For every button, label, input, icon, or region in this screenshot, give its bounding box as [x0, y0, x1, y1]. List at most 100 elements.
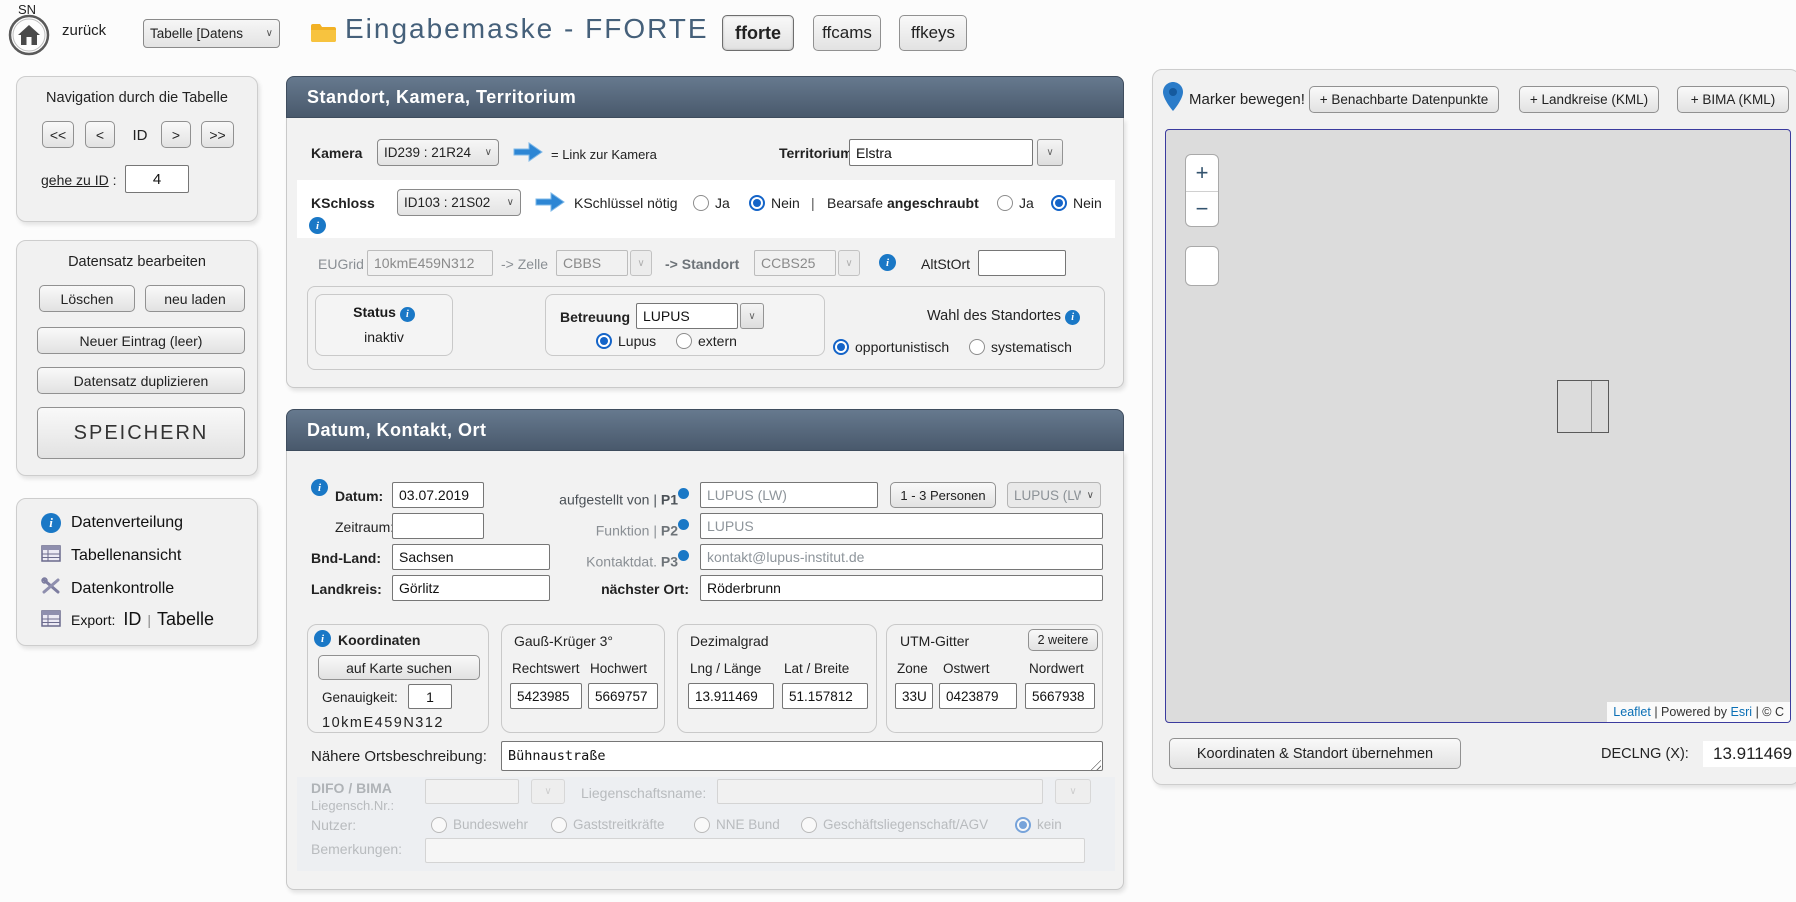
app-tab-ffkeys[interactable]: ffkeys — [899, 15, 967, 51]
zelle-input — [556, 250, 628, 276]
nutzer-nne-bund-label: NNE Bund — [716, 817, 780, 832]
kschluessel-nein-radio[interactable] — [749, 195, 765, 211]
back-link[interactable]: zurück — [62, 22, 106, 39]
export-id-link[interactable]: ID — [123, 609, 141, 630]
personen-button[interactable]: 1 - 3 Personen — [890, 482, 996, 508]
app-tab-ffcams[interactable]: ffcams — [813, 15, 881, 51]
info-icon: i — [41, 513, 61, 533]
standort-info-icon[interactable]: i — [879, 254, 896, 271]
difo-label: DIFO / BIMA — [311, 780, 392, 796]
karte-suchen-button[interactable]: auf Karte suchen — [318, 655, 480, 680]
app-tab-fforte[interactable]: fforte — [722, 15, 794, 51]
hochwert-input[interactable] — [588, 683, 658, 709]
utm-title: UTM-Gitter — [900, 633, 969, 649]
kschloss-link-arrow-icon[interactable] — [534, 191, 566, 213]
more-coords-button[interactable]: 2 weitere — [1028, 629, 1098, 651]
ort-input[interactable] — [700, 575, 1103, 601]
nav-first-button[interactable]: << — [42, 121, 74, 148]
lng-input[interactable] — [688, 683, 774, 709]
utm-box: UTM-Gitter 2 weitere Zone Ostwert Nordwe… — [886, 624, 1103, 733]
landkreise-kml-button[interactable]: + Landkreise (KML) — [1519, 86, 1659, 113]
nav-prev-button[interactable]: < — [85, 121, 115, 148]
edit-box: Datensatz bearbeiten Löschen neu laden N… — [16, 240, 258, 476]
save-button[interactable]: SPEICHERN — [37, 407, 245, 459]
kschluessel-nein-label: Nein — [771, 195, 800, 211]
duplicate-button[interactable]: Datensatz duplizieren — [37, 367, 245, 394]
betreuung-lupus-radio[interactable] — [596, 333, 612, 349]
betreuung-label: Betreuung — [560, 309, 630, 325]
p2-input[interactable] — [700, 513, 1103, 539]
bima-kml-button[interactable]: + BIMA (KML) — [1677, 86, 1789, 113]
betreuung-extern-radio[interactable] — [676, 333, 692, 349]
esri-link[interactable]: Esri — [1731, 705, 1753, 719]
goto-id-input[interactable] — [125, 165, 189, 193]
bearsafe-nein-radio[interactable] — [1051, 195, 1067, 211]
territorium-input[interactable] — [849, 139, 1033, 166]
nav-last-button[interactable]: >> — [201, 121, 234, 148]
home-icon[interactable] — [8, 14, 50, 56]
nutzer-nne-bund-radio — [694, 817, 710, 833]
navigation-box: Navigation durch die Tabelle << < ID > >… — [16, 76, 258, 222]
lat-input[interactable] — [782, 683, 868, 709]
export-table-link[interactable]: Tabelle — [157, 609, 214, 630]
dezimalgrad-box: Dezimalgrad Lng / Länge Lat / Breite — [677, 624, 877, 733]
p1-input[interactable] — [700, 482, 878, 508]
territorium-dropdown-button[interactable]: ∨ — [1037, 139, 1063, 166]
p1-select: LUPUS (LW ∨ — [1007, 482, 1101, 508]
eugrid-label: EUGrid — [318, 256, 364, 272]
betreuung-input[interactable] — [636, 303, 738, 329]
p1-select-value: LUPUS (LW — [1014, 488, 1081, 503]
kamera-select[interactable]: ID239 : 21R24 ∨ — [377, 139, 499, 166]
delete-button[interactable]: Löschen — [39, 285, 135, 312]
koordinaten-info-icon[interactable]: i — [314, 630, 331, 647]
kschluessel-ja-radio[interactable] — [693, 195, 709, 211]
nav-next-button[interactable]: > — [161, 121, 191, 148]
p3-input[interactable] — [700, 544, 1103, 570]
ortsbeschreibung-textarea[interactable]: Bühnaustraße — [501, 741, 1103, 771]
genauigkeit-input[interactable] — [408, 684, 452, 709]
territorium-label: Territorium — [779, 145, 853, 161]
altstort-input[interactable] — [978, 250, 1066, 276]
reload-button[interactable]: neu laden — [145, 285, 245, 312]
chevron-down-icon: ∨ — [485, 147, 492, 158]
map-extra-control[interactable] — [1185, 246, 1219, 286]
wahl-opportunistisch-radio[interactable] — [833, 339, 849, 355]
sidebar-item-datenverteilung[interactable]: i Datenverteilung — [41, 513, 183, 533]
leaflet-link[interactable]: Leaflet — [1613, 705, 1651, 719]
navigation-title: Navigation durch die Tabelle — [17, 90, 257, 106]
bearsafe-ja-label: Ja — [1019, 195, 1034, 211]
sidebar-item-datenkontrolle[interactable]: Datenkontrolle — [41, 577, 174, 600]
apply-coordinates-button[interactable]: Koordinaten & Standort übernehmen — [1169, 738, 1461, 769]
wahl-info-icon[interactable]: i — [1065, 310, 1080, 325]
ostwert-input[interactable] — [939, 683, 1017, 709]
zone-input[interactable] — [895, 683, 933, 709]
datum-info-icon[interactable]: i — [311, 479, 328, 496]
camera-link-arrow-icon[interactable] — [512, 141, 544, 163]
p1-info-icon[interactable] — [678, 488, 689, 499]
kschloss-select[interactable]: ID103 : 21S02 ∨ — [397, 189, 521, 216]
kschloss-info-icon[interactable]: i — [309, 217, 326, 234]
goto-id-link[interactable]: gehe zu ID — [41, 172, 109, 188]
wahl-systematisch-radio[interactable] — [969, 339, 985, 355]
sidebar-item-tabellenansicht[interactable]: Tabellenansicht — [41, 545, 181, 567]
datenpunkte-button[interactable]: + Benachbarte Datenpunkte — [1309, 86, 1499, 113]
map-canvas[interactable]: + − Leaflet | Powered by Esri | © C — [1165, 129, 1791, 723]
rechtswert-input[interactable] — [510, 683, 582, 709]
p2-info-icon[interactable] — [678, 519, 689, 530]
nordwert-input[interactable] — [1025, 683, 1095, 709]
p3-info-icon[interactable] — [678, 550, 689, 561]
new-entry-button[interactable]: Neuer Eintrag (leer) — [37, 327, 245, 354]
zeitraum-input[interactable] — [392, 513, 484, 539]
datum-input[interactable] — [392, 482, 484, 508]
camera-link-label: = Link zur Kamera — [551, 147, 657, 162]
bearsafe-ja-radio[interactable] — [997, 195, 1013, 211]
zoom-out-button[interactable]: − — [1186, 191, 1218, 227]
liegensch-nr-dropdown-button: ∨ — [531, 779, 565, 804]
p3-label: P3 — [661, 554, 678, 570]
table-select[interactable]: Tabelle [Datens ∨ — [143, 19, 280, 48]
betreuung-dropdown-button[interactable]: ∨ — [740, 303, 764, 329]
map-zoom-control: + − — [1185, 154, 1219, 227]
zoom-in-button[interactable]: + — [1186, 155, 1218, 191]
status-info-icon[interactable]: i — [400, 307, 415, 322]
chevron-down-icon: ∨ — [507, 197, 514, 208]
